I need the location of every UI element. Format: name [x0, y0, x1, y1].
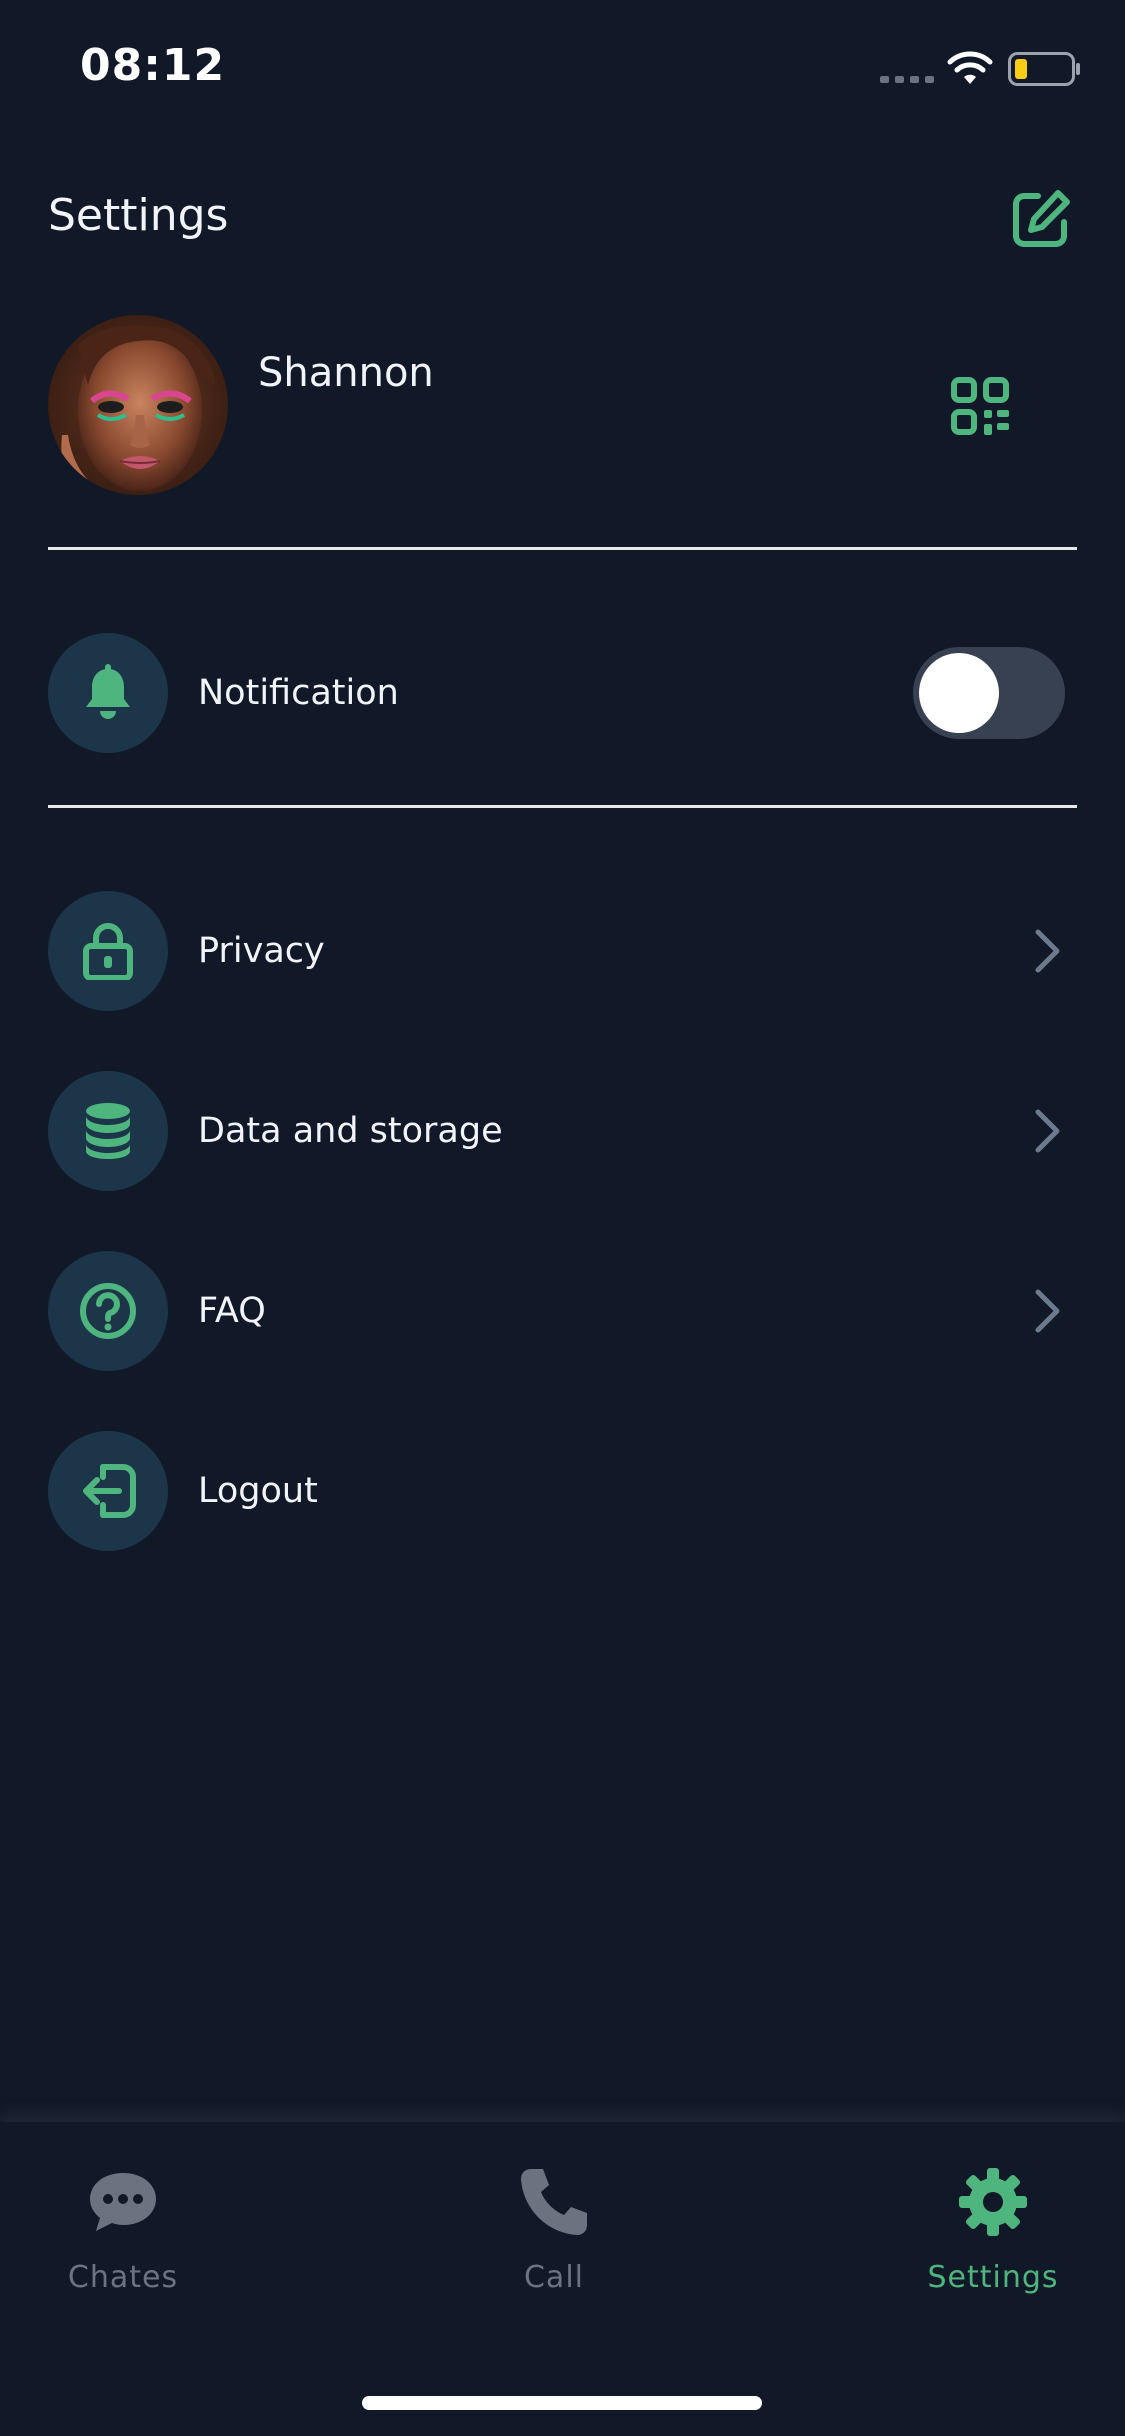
profile-name: Shannon — [258, 350, 434, 396]
qr-code-icon — [951, 377, 1009, 435]
toggle-knob — [919, 653, 999, 733]
menu-item-label: Data and storage — [198, 1111, 503, 1151]
profile-divider — [48, 547, 1077, 550]
nav-item-call[interactable]: Call — [454, 2162, 654, 2295]
nav-item-chats[interactable]: Chates — [23, 2162, 223, 2295]
chevron-right-icon — [1027, 1106, 1067, 1156]
phone-icon — [514, 2162, 594, 2242]
battery-icon — [1008, 52, 1080, 86]
menu-item-faq[interactable]: FAQ — [48, 1250, 1077, 1372]
gear-icon — [953, 2162, 1033, 2242]
avatar-photo — [48, 315, 228, 495]
page-title: Settings — [48, 190, 229, 241]
logout-icon — [83, 1464, 136, 1518]
status-time: 08:12 — [80, 40, 226, 91]
database-icon — [86, 1103, 130, 1159]
help-icon-circle — [48, 1251, 168, 1371]
chat-bubble-icon — [83, 2162, 163, 2242]
bottom-navigation: Chates Call Settings — [0, 2122, 1125, 2436]
menu-item-label: FAQ — [198, 1291, 266, 1331]
chevron-right-icon — [1027, 1286, 1067, 1336]
edit-square-icon — [1013, 190, 1070, 247]
nav-label: Call — [523, 2260, 584, 2295]
notification-row: Notification — [48, 632, 1077, 754]
qr-code-button[interactable] — [948, 374, 1012, 438]
bell-icon — [86, 664, 130, 719]
nav-label: Chates — [67, 2260, 179, 2295]
edit-button[interactable] — [1008, 186, 1074, 252]
menu-item-logout[interactable]: Logout — [48, 1430, 1077, 1552]
menu-item-privacy[interactable]: Privacy — [48, 890, 1077, 1012]
lock-icon — [83, 923, 133, 980]
chevron-right-icon — [1027, 926, 1067, 976]
menu-item-label: Logout — [198, 1471, 318, 1511]
settings-screen: 08:12 Settings Shannon Notification Priv… — [0, 0, 1125, 2436]
menu-item-data-storage[interactable]: Data and storage — [48, 1070, 1077, 1192]
bell-icon-circle — [48, 633, 168, 753]
cellular-signal-icon — [880, 76, 934, 83]
notification-toggle[interactable] — [913, 647, 1065, 739]
menu-item-label: Privacy — [198, 931, 325, 971]
database-icon-circle — [48, 1071, 168, 1191]
lock-icon-circle — [48, 891, 168, 1011]
wifi-icon — [947, 51, 993, 84]
notification-label: Notification — [198, 673, 399, 713]
nav-label: Settings — [927, 2260, 1059, 2295]
logout-icon-circle — [48, 1431, 168, 1551]
avatar[interactable] — [48, 315, 228, 495]
nav-item-settings[interactable]: Settings — [893, 2162, 1093, 2295]
notification-divider — [48, 805, 1077, 808]
home-indicator[interactable] — [362, 2396, 762, 2410]
help-circle-icon — [80, 1283, 136, 1339]
